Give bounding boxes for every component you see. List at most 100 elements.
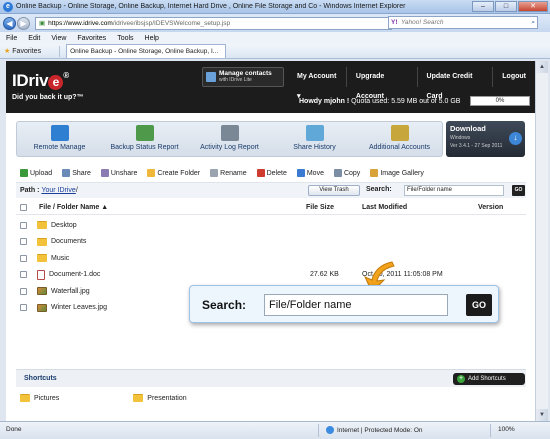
url-field[interactable]: ▣ https://www.idrive.com/idrivee/ibsjsp/… — [35, 16, 392, 30]
row-checkbox[interactable] — [20, 271, 27, 279]
page-icon: ▣ — [39, 20, 46, 27]
document-icon — [37, 269, 45, 280]
menu-help[interactable]: Help — [145, 35, 159, 42]
toolbar-item-share-history[interactable]: Share History — [272, 122, 357, 156]
row-checkbox[interactable] — [20, 287, 27, 295]
favorites-star-icon: ★ — [4, 48, 11, 55]
menu-view[interactable]: View — [51, 35, 66, 42]
toolbar-item-backup-status-report[interactable]: Backup Status Report — [102, 122, 187, 156]
add-shortcuts-button[interactable]: + Add Shortcuts — [453, 373, 525, 385]
column-size[interactable]: File Size — [306, 204, 334, 211]
toolbar-item-label: Remote Manage — [33, 144, 86, 151]
search-input[interactable]: File/Folder name — [404, 185, 504, 196]
toolbar-item-remote-manage[interactable]: Remote Manage — [17, 122, 102, 156]
forward-button[interactable]: ▶ — [17, 16, 30, 30]
web-search-input[interactable]: Y! Yahoo! Search ⌕ — [388, 16, 538, 29]
create-folder-action[interactable]: Create Folder — [147, 169, 200, 177]
move-icon — [296, 169, 305, 177]
table-header: File / Folder Name ▲ File Size Last Modi… — [16, 201, 526, 215]
file-size: 27.62 KB — [310, 271, 339, 279]
shortcut-item[interactable]: Presentation — [133, 394, 187, 402]
manage-contacts-button[interactable]: Manage contacts with IDrive Lite — [202, 67, 284, 87]
back-button[interactable]: ◀ — [3, 16, 16, 30]
rename-icon — [210, 169, 219, 177]
action-label: Upload — [30, 169, 53, 177]
unshare-action[interactable]: Unshare — [100, 169, 137, 177]
menu-file[interactable]: File — [6, 35, 17, 42]
search-callout-go-button[interactable]: GO — [466, 294, 492, 316]
folder-icon — [37, 221, 47, 230]
folder-icon — [37, 254, 47, 263]
go-button[interactable]: GO — [512, 185, 525, 196]
menu-tools[interactable]: Tools — [117, 35, 133, 42]
table-row[interactable]: Documents — [16, 234, 526, 251]
search-icon[interactable]: ⌕ — [531, 17, 535, 28]
path-label: Path : — [20, 187, 40, 194]
window-title: Online Backup - Online Storage, Online B… — [16, 3, 406, 10]
copy-action[interactable]: Copy — [333, 169, 360, 177]
share-action[interactable]: Share — [62, 169, 91, 177]
monitor-icon — [50, 125, 69, 141]
scroll-down-icon[interactable]: ▼ — [536, 409, 548, 421]
file-name[interactable]: Document-1.doc — [49, 271, 307, 278]
column-modified[interactable]: Last Modified — [362, 204, 407, 211]
yahoo-icon: Y! — [391, 19, 398, 26]
favorites-button[interactable]: Favorites — [12, 48, 41, 55]
status-text: Done — [6, 426, 22, 433]
main-toolbar: Remote Manage Backup Status Report Activit… — [16, 121, 443, 157]
shortcut-label: Presentation — [147, 394, 187, 402]
action-label: Move — [306, 169, 324, 177]
view-trash-button[interactable]: View Trash — [308, 185, 360, 196]
image-file-icon — [37, 287, 47, 296]
file-name[interactable]: Desktop — [51, 222, 309, 229]
table-row[interactable]: Desktop — [16, 217, 526, 234]
download-button[interactable]: Download Windows Ver 3.4.1 - 27 Sep 2011… — [446, 121, 525, 157]
move-action[interactable]: Move — [296, 169, 324, 177]
file-name[interactable]: Music — [51, 255, 309, 262]
row-checkbox[interactable] — [20, 254, 27, 262]
my-account-menu[interactable]: My Account ▾ — [288, 67, 347, 100]
search-callout: Search: File/Folder name GO — [189, 285, 499, 323]
action-label: Share — [72, 169, 91, 177]
delete-action[interactable]: Delete — [256, 169, 287, 177]
toolbar-item-label: Activity Log Report — [200, 144, 259, 151]
table-row[interactable]: Music — [16, 250, 526, 267]
rename-action[interactable]: Rename — [210, 169, 247, 177]
download-version: Ver 3.4.1 - 27 Sep 2011 — [450, 143, 503, 149]
select-all-checkbox[interactable] — [20, 204, 27, 211]
upload-action[interactable]: Upload — [20, 169, 52, 177]
shortcuts-list: Pictures Presentation — [20, 394, 187, 402]
globe-icon — [326, 426, 334, 434]
quota-progress-bar: 0% — [470, 96, 530, 106]
security-zone[interactable]: Internet | Protected Mode: On — [326, 426, 423, 434]
scroll-up-icon[interactable]: ▲ — [536, 61, 548, 73]
search-callout-input[interactable]: File/Folder name — [264, 294, 448, 316]
vertical-scrollbar[interactable]: ▲ ▼ — [535, 61, 548, 421]
column-name[interactable]: File / Folder Name ▲ — [39, 204, 301, 211]
menu-edit[interactable]: Edit — [28, 35, 40, 42]
update-credit-card-link[interactable]: Update Credit Card — [418, 67, 494, 100]
zoom-level[interactable]: 100% — [498, 426, 515, 433]
close-button[interactable]: ✕ — [518, 1, 548, 12]
logout-link[interactable]: Logout — [493, 67, 535, 87]
toolbar-item-activity-log-report[interactable]: Activity Log Report — [187, 122, 272, 156]
idrive-logo[interactable]: IDriv e ® — [12, 71, 69, 91]
row-checkbox[interactable] — [20, 221, 27, 229]
image-gallery-action[interactable]: Image Gallery — [370, 169, 424, 177]
menu-favorites[interactable]: Favorites — [77, 35, 106, 42]
favorites-bar: ★ Favorites Online Backup - Online Stora… — [0, 44, 550, 59]
browser-tab[interactable]: Online Backup - Online Storage, Online B… — [66, 44, 227, 58]
minimize-button[interactable]: – — [472, 1, 494, 12]
row-checkbox[interactable] — [20, 304, 27, 312]
file-name[interactable]: Documents — [51, 238, 309, 245]
maximize-button[interactable]: □ — [495, 1, 517, 12]
status-bar: Done Internet | Protected Mode: On 100% — [0, 421, 550, 439]
shortcut-item[interactable]: Pictures — [20, 394, 59, 402]
breadcrumb-your-idrive[interactable]: Your IDrive — [41, 187, 75, 194]
create-folder-icon — [147, 169, 156, 177]
row-checkbox[interactable] — [20, 238, 27, 246]
search-callout-label: Search: — [202, 298, 247, 312]
upgrade-account-link[interactable]: Upgrade Account — [347, 67, 418, 100]
toolbar-item-additional-accounts[interactable]: Additional Accounts — [357, 122, 442, 156]
table-row[interactable]: Document-1.doc 27.62 KB Oct 30, 2011 11:05… — [16, 267, 526, 284]
